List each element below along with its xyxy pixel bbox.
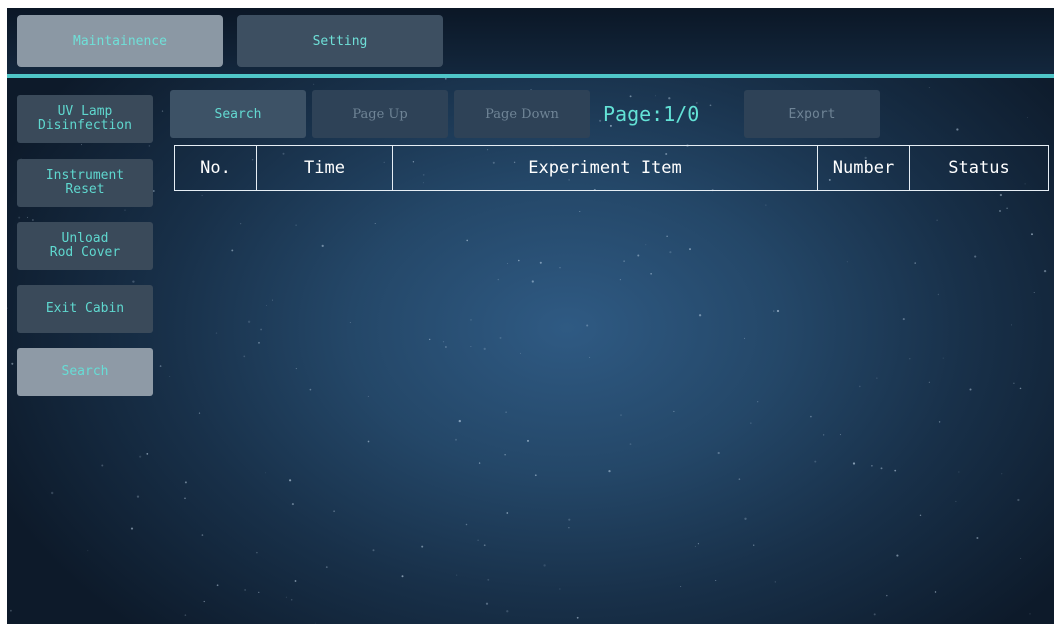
star (161, 110, 164, 112)
star (51, 491, 54, 495)
page-indicator: Page:1/0 (603, 102, 700, 126)
tab-bar-divider (7, 74, 1054, 78)
column-header-experiment-item: Experiment Item (393, 146, 818, 190)
star (152, 190, 155, 192)
table-body (167, 194, 1054, 624)
tab-setting[interactable]: Setting (237, 15, 443, 67)
star (18, 216, 21, 219)
top-tab-bar: Maintainence Setting (7, 8, 1054, 74)
column-header-time: Time (257, 146, 393, 190)
star (7, 307, 8, 309)
sidebar-item-uv-lamp-disinfection[interactable]: UV Lamp Disinfection (17, 95, 153, 143)
star (130, 527, 134, 530)
star (928, 87, 930, 89)
export-button[interactable]: Export (744, 90, 880, 138)
star (709, 104, 712, 107)
star (655, 95, 657, 97)
star (80, 144, 83, 146)
star (146, 453, 149, 455)
star (599, 119, 602, 122)
column-header-no: No. (175, 146, 257, 190)
sidebar-item-exit-cabin[interactable]: Exit Cabin (17, 285, 153, 333)
page-up-button[interactable]: Page Up (312, 90, 448, 138)
sidebar-item-search[interactable]: Search (17, 348, 153, 396)
star (148, 145, 151, 147)
star (668, 97, 671, 100)
star (132, 280, 135, 283)
star (159, 365, 162, 367)
sidebar-item-unload-rod-cover[interactable]: Unload Rod Cover (17, 222, 153, 270)
star (1026, 117, 1028, 118)
app-screen: Maintainence Setting UV Lamp Disinfectio… (7, 8, 1054, 624)
page-down-button[interactable]: Page Down (454, 90, 590, 138)
star (139, 455, 142, 458)
star (10, 609, 12, 612)
star (26, 216, 29, 218)
star (87, 550, 89, 552)
star (11, 362, 14, 365)
tab-maintainence[interactable]: Maintainence (17, 15, 223, 67)
star (313, 83, 315, 85)
search-button[interactable]: Search (170, 90, 306, 138)
sidebar-item-instrument-reset[interactable]: Instrument Reset (17, 159, 153, 207)
column-header-status: Status (948, 158, 1010, 178)
table-header: No. Time Experiment Item Number Status (174, 145, 1049, 191)
star (629, 95, 632, 98)
star (956, 128, 959, 131)
star (444, 77, 447, 80)
star (124, 209, 126, 211)
star (136, 495, 140, 498)
star (101, 464, 104, 467)
column-header-number: Number (818, 146, 910, 190)
star (32, 219, 34, 221)
